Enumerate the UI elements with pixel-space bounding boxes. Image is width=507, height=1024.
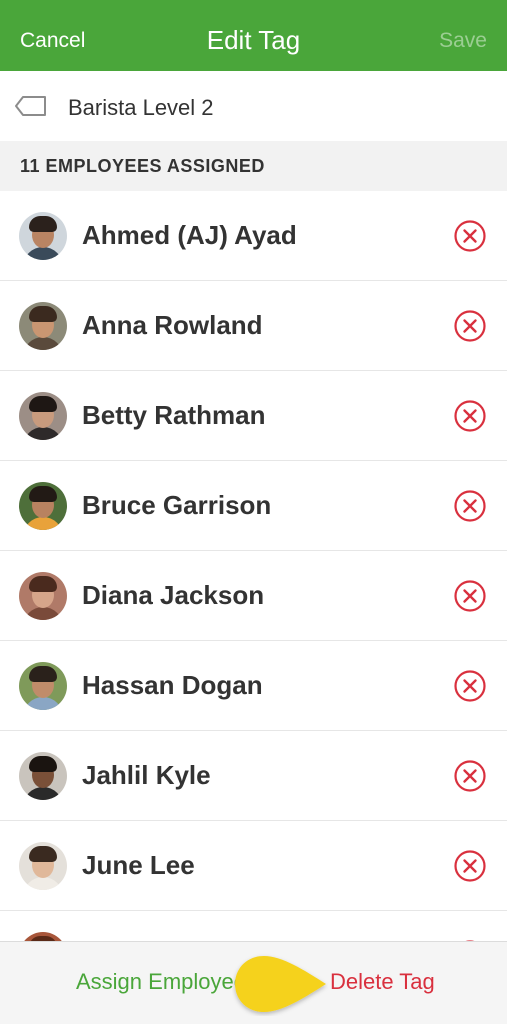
page-title: Edit Tag	[206, 25, 301, 55]
assign-employees-button[interactable]: Assign Employees	[76, 969, 257, 995]
avatar	[19, 212, 67, 260]
top-nav-bar: Cancel Edit Tag Save	[0, 0, 507, 71]
section-header: 11 EMPLOYEES ASSIGNED	[0, 141, 507, 191]
avatar	[19, 572, 67, 620]
employee-row: Diana Jackson	[0, 551, 507, 641]
employee-name: Jahlil Kyle	[82, 760, 211, 790]
pointer-callout-icon	[235, 956, 326, 1012]
avatar	[19, 302, 67, 350]
remove-circle-x-icon[interactable]	[454, 400, 486, 432]
remove-circle-x-icon[interactable]	[454, 220, 486, 252]
employee-row: Anna Rowland	[0, 281, 507, 371]
save-button[interactable]: Save	[439, 29, 487, 53]
remove-circle-x-icon[interactable]	[454, 490, 486, 522]
tag-icon	[15, 96, 46, 116]
remove-circle-x-icon[interactable]	[454, 670, 486, 702]
employee-row: Betty Rathman	[0, 371, 507, 461]
avatar	[19, 932, 67, 941]
employee-list: Ahmed (AJ) Ayad Anna Rowland Betty Rathm…	[0, 191, 507, 941]
remove-circle-x-icon[interactable]	[454, 760, 486, 792]
employee-row: Hassan Dogan	[0, 641, 507, 731]
employee-row: June Lee	[0, 821, 507, 911]
avatar	[19, 752, 67, 800]
remove-circle-x-icon[interactable]	[454, 310, 486, 342]
delete-tag-button[interactable]: Delete Tag	[330, 969, 435, 995]
avatar	[19, 392, 67, 440]
employees-assigned-count: 11 EMPLOYEES ASSIGNED	[20, 156, 265, 176]
employee-name: Bruce Garrison	[82, 490, 272, 520]
employee-name: Diana Jackson	[82, 580, 265, 610]
tag-name-field[interactable]: Barista Level 2	[68, 95, 214, 121]
remove-circle-x-icon[interactable]	[454, 580, 486, 612]
employee-name: June Lee	[82, 850, 195, 880]
remove-circle-x-icon[interactable]	[454, 850, 486, 882]
avatar	[19, 842, 67, 890]
employee-name: Anna Rowland	[82, 310, 263, 340]
employee-name: Hassan Dogan	[82, 670, 263, 700]
employee-name: Ahmed (AJ) Ayad	[82, 220, 297, 250]
employee-name: Betty Rathman	[82, 400, 266, 430]
employee-row: Ahmed (AJ) Ayad	[0, 191, 507, 281]
avatar	[19, 662, 67, 710]
employee-row	[0, 911, 507, 941]
avatar	[19, 482, 67, 530]
employee-row: Jahlil Kyle	[0, 731, 507, 821]
employee-row: Bruce Garrison	[0, 461, 507, 551]
tag-name-row[interactable]: Barista Level 2	[0, 71, 507, 141]
